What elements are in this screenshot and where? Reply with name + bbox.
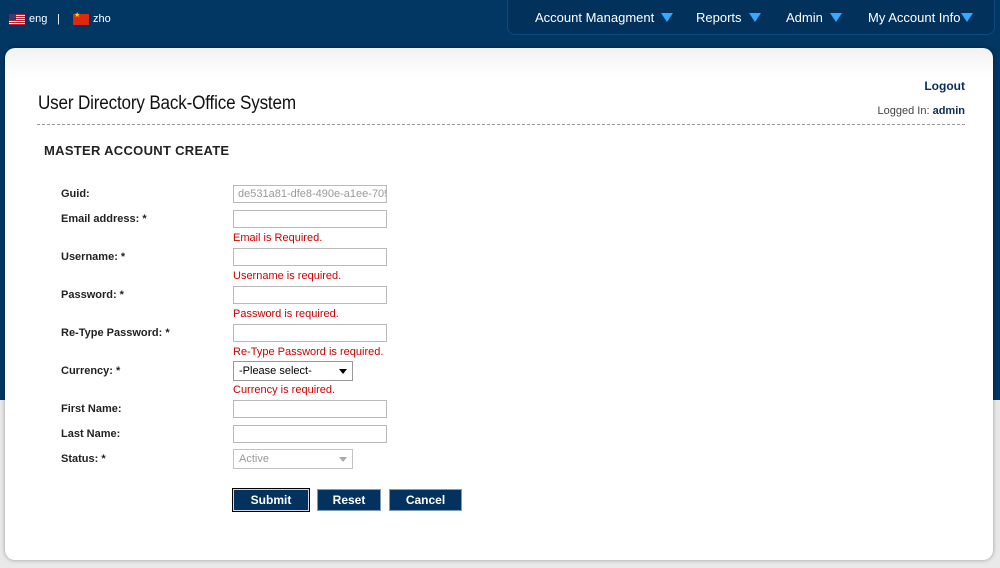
page-title: MASTER ACCOUNT CREATE	[44, 143, 230, 158]
username-error: Username is required.	[233, 270, 342, 282]
nav-admin[interactable]: Admin	[786, 10, 842, 25]
currency-error: Currency is required.	[233, 384, 336, 396]
currency-select[interactable]: -Please select-	[233, 361, 353, 381]
currency-label: Currency: *	[61, 365, 121, 377]
logged-in-user: admin	[932, 105, 965, 117]
status-select: Active	[233, 449, 353, 469]
cn-flag-icon	[73, 11, 89, 25]
submit-button[interactable]: Submit	[232, 488, 310, 512]
nav-account-management[interactable]: Account Managment	[535, 10, 674, 25]
first-name-label: First Name:	[61, 403, 122, 415]
nav-account-management-label: Account Managment	[535, 10, 655, 25]
dropdown-arrow-icon	[339, 369, 347, 374]
logged-in-label: Logged In:	[877, 105, 930, 117]
top-bar: eng | zho Account Managment Reports Admi…	[0, 0, 1000, 40]
status-selected: Active	[239, 453, 269, 465]
guid-label: Guid:	[61, 188, 90, 200]
nav-my-account-info-label: My Account Info	[868, 10, 961, 25]
nav-admin-label: Admin	[786, 10, 823, 25]
nav-reports[interactable]: Reports	[696, 10, 761, 25]
us-flag-icon	[9, 13, 25, 25]
status-label: Status: *	[61, 453, 106, 465]
currency-selected: -Please select-	[239, 365, 312, 377]
password-error: Password is required.	[233, 308, 339, 320]
reset-button[interactable]: Reset	[317, 489, 381, 511]
main-nav: Account Managment Reports Admin My Accou…	[507, 0, 995, 35]
app-title: User Directory Back-Office System	[38, 93, 296, 114]
language-eng[interactable]: eng	[9, 13, 47, 25]
language-eng-label: eng	[29, 13, 48, 25]
header-divider	[37, 124, 965, 125]
email-label: Email address: *	[61, 213, 147, 225]
last-name-field[interactable]	[233, 425, 387, 443]
username-label: Username: *	[61, 251, 126, 263]
first-name-field[interactable]	[233, 400, 387, 418]
main-panel: Logout Logged In: admin User Directory B…	[5, 48, 993, 560]
last-name-label: Last Name:	[61, 428, 121, 440]
caret-down-icon	[748, 13, 761, 22]
logout-link[interactable]: Logout	[924, 79, 965, 93]
caret-down-icon	[960, 13, 973, 22]
language-separator: |	[57, 13, 60, 25]
dropdown-arrow-icon	[339, 457, 347, 462]
password-field[interactable]	[233, 286, 387, 304]
language-zho-label: zho	[93, 13, 111, 25]
retype-password-error: Re-Type Password is required.	[233, 346, 384, 358]
language-zho[interactable]: zho	[73, 11, 111, 25]
nav-reports-label: Reports	[696, 10, 742, 25]
password-label: Password: *	[61, 289, 124, 301]
email-error: Email is Required.	[233, 232, 323, 244]
email-field[interactable]	[233, 210, 387, 228]
guid-field: de531a81-dfe8-490e-a1ee-709	[233, 185, 387, 203]
caret-down-icon	[661, 13, 674, 22]
nav-my-account-info[interactable]: My Account Info	[868, 10, 973, 25]
cancel-button[interactable]: Cancel	[389, 489, 462, 511]
username-field[interactable]	[233, 248, 387, 266]
caret-down-icon	[829, 13, 842, 22]
logged-in-info: Logged In: admin	[878, 105, 965, 117]
retype-password-field[interactable]	[233, 324, 387, 342]
retype-password-label: Re-Type Password: *	[61, 327, 170, 339]
